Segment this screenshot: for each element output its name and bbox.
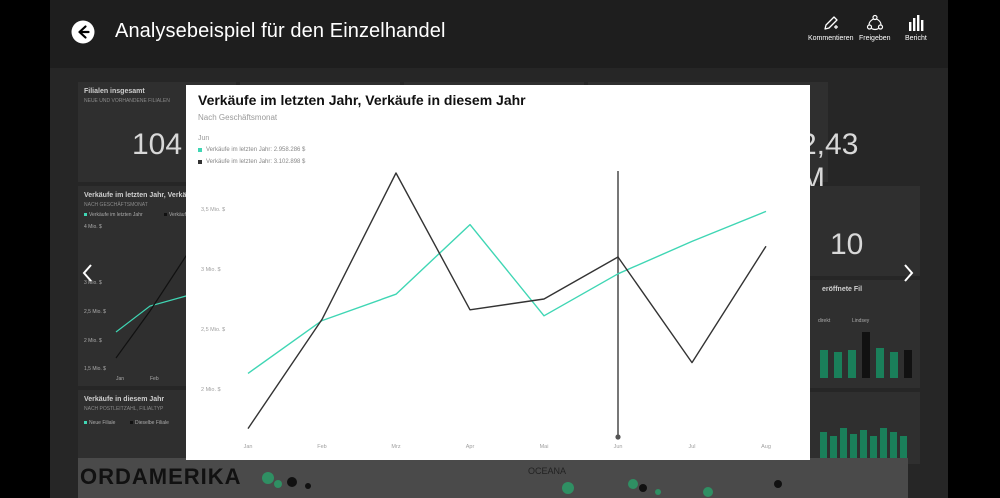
series-line-0 [247, 210, 767, 374]
legend-same-store: Dieselbe Filiale [130, 420, 169, 426]
share-label: Freigeben [859, 35, 891, 42]
tile-bars-green[interactable] [810, 392, 920, 464]
y-tick-label: 2,5 Mio. $ [201, 327, 225, 333]
x-tick-label: Mrz [391, 444, 400, 450]
mini-bar-chart [820, 332, 912, 378]
mini-bar-chart [820, 428, 907, 462]
legend-new-store: Neue Filiale [84, 420, 115, 426]
chevron-left-icon [82, 264, 92, 282]
x-tick-label: Mai [540, 444, 549, 450]
back-arrow-icon [71, 20, 95, 44]
report-icon [908, 15, 924, 31]
y-tick-label: 3,5 Mio. $ [201, 207, 225, 213]
x-tick-label: Jun [614, 444, 623, 450]
map-strip: ORDAMERIKA OCEANA [78, 458, 908, 498]
report-label: Bericht [905, 35, 927, 42]
legend-swatch [130, 421, 133, 424]
chevron-right-icon [904, 264, 914, 282]
tile-opened-stores[interactable]: eröffnete Fil direkt Lindsey [810, 280, 920, 388]
x-tick-label: Apr [466, 444, 475, 450]
app-window: Analysebeispiel für den Einzelhandel Kom… [0, 0, 1000, 498]
tile-title: Filialen insgesamt [84, 88, 145, 95]
tile-value: 10 [830, 228, 864, 261]
x-tick-label: Feb [317, 444, 326, 450]
share-button[interactable]: Freigeben [859, 14, 891, 42]
report-button[interactable]: Bericht [905, 14, 927, 42]
legend-label: Dieselbe Filiale [135, 420, 169, 426]
tile-subtitle: NACH POSTLEITZAHL, FILIALTYP [84, 406, 164, 412]
page-title: Analysebeispiel für den Einzelhandel [115, 20, 446, 42]
comment-button[interactable]: Kommentieren [808, 14, 854, 42]
comment-label: Kommentieren [808, 35, 854, 42]
y-tick-label: 2 Mio. $ [201, 387, 221, 393]
next-tile-button[interactable] [900, 262, 916, 284]
x-tick-label: Jan [244, 444, 253, 450]
back-button[interactable] [70, 19, 96, 45]
map-dots [262, 472, 782, 497]
focus-tile-modal: Verkäufe im letzten Jahr, Verkäufe in di… [186, 85, 810, 460]
x-tick-label: Jul [688, 444, 695, 450]
x-tick-label: Aug [761, 444, 771, 450]
share-icon [866, 14, 883, 31]
tile-title: Verkäufe in diesem Jahr [84, 396, 165, 403]
line-chart[interactable]: 2 Mio. $ 2,5 Mio. $ 3 Mio. $ 3,5 Mio. $ Jan F… [186, 85, 810, 460]
highlight-dot [615, 434, 621, 440]
legend-label: Neue Filiale [89, 420, 116, 426]
series-line-1 [247, 172, 767, 429]
comment-icon [824, 16, 838, 30]
tile-subtitle: NEUE UND VORHANDENE FILIALEN [84, 98, 170, 104]
previous-tile-button[interactable] [80, 262, 96, 284]
tile-value: 104 [132, 128, 183, 161]
y-tick-label: 3 Mio. $ [201, 267, 221, 273]
legend-swatch [84, 421, 87, 424]
